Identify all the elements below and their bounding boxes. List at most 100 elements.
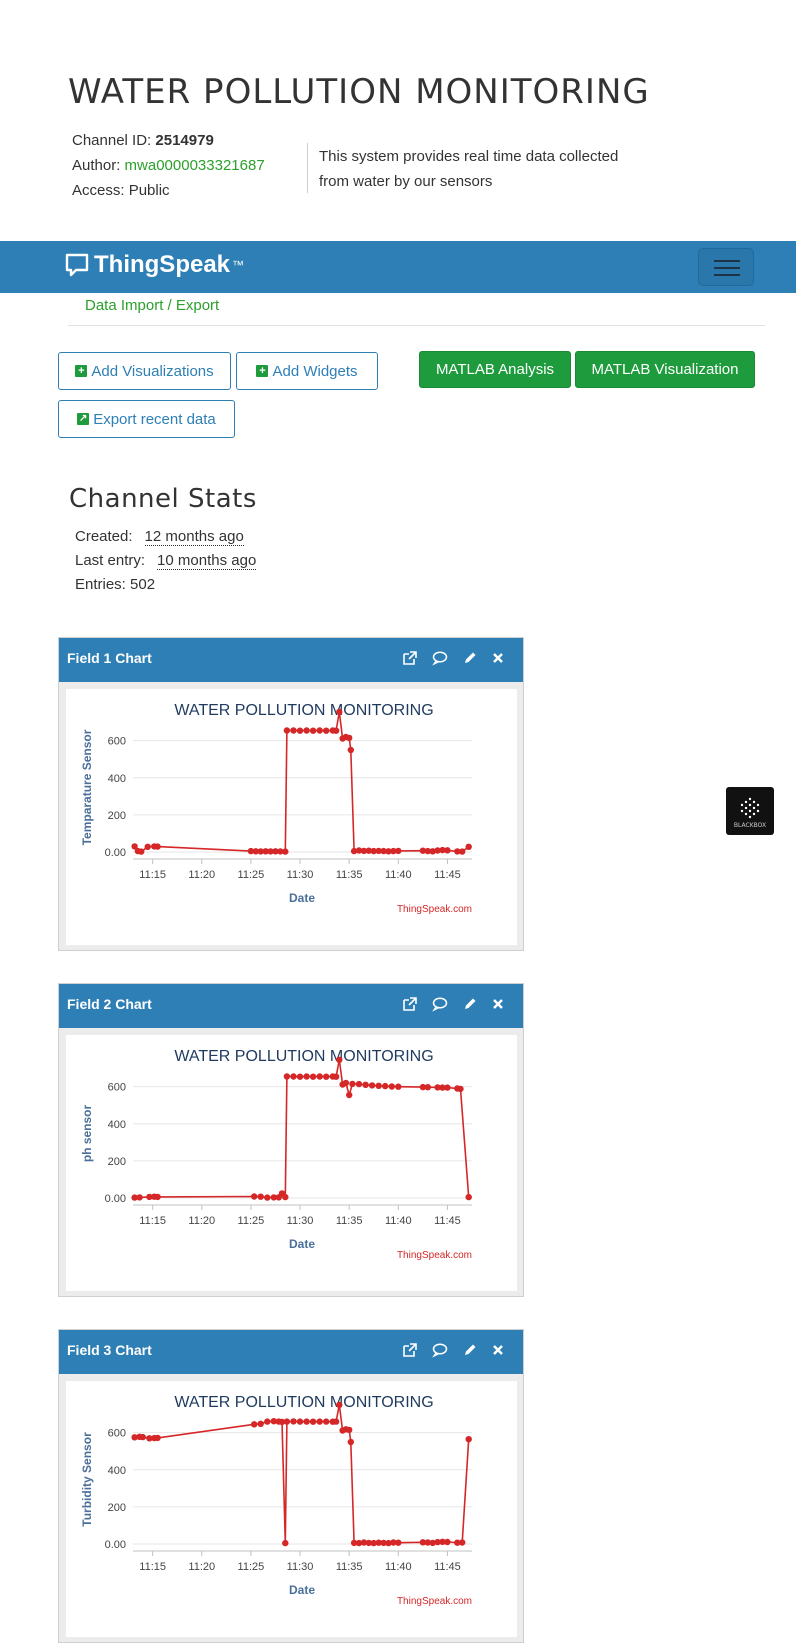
data-point[interactable] — [296, 1418, 304, 1425]
data-point[interactable] — [347, 746, 354, 754]
data-point[interactable] — [382, 1082, 389, 1090]
data-point[interactable] — [264, 1194, 271, 1201]
data-point[interactable] — [444, 1538, 451, 1546]
data-point[interactable] — [444, 1084, 451, 1091]
add-widgets-button[interactable]: + Add Widgets — [236, 352, 378, 390]
data-point[interactable] — [309, 727, 317, 734]
data-import-export-link[interactable]: Data Import / Export — [85, 297, 219, 314]
close-icon[interactable] — [489, 649, 507, 667]
data-point[interactable] — [395, 847, 402, 855]
data-point[interactable] — [290, 1418, 297, 1425]
data-point[interactable] — [296, 1073, 304, 1080]
data-point[interactable] — [309, 1073, 317, 1080]
data-point[interactable] — [368, 1082, 376, 1089]
data-point[interactable] — [355, 1080, 363, 1088]
y-tick-label: 200 — [108, 810, 126, 822]
data-point[interactable] — [457, 1085, 464, 1093]
data-point[interactable] — [257, 1420, 264, 1427]
data-point[interactable] — [144, 843, 151, 850]
author-link[interactable]: mwa0000033321687 — [125, 157, 265, 174]
blackbox-widget[interactable]: BLACKBOX — [726, 787, 774, 835]
data-point[interactable] — [375, 1082, 382, 1089]
open-external-icon[interactable] — [401, 1341, 419, 1359]
data-point[interactable] — [154, 1434, 161, 1442]
data-point[interactable] — [309, 1418, 317, 1425]
data-point[interactable] — [347, 1438, 354, 1446]
data-point[interactable] — [290, 1073, 297, 1080]
data-point[interactable] — [342, 1079, 350, 1087]
thingspeak-credit[interactable]: ThingSpeak.com — [397, 904, 472, 915]
data-point[interactable] — [395, 1083, 402, 1090]
comment-icon[interactable] — [431, 1341, 449, 1359]
data-point[interactable] — [139, 1433, 146, 1441]
data-point[interactable] — [395, 1539, 402, 1546]
data-point[interactable] — [444, 847, 451, 854]
data-point[interactable] — [465, 1436, 472, 1443]
data-point[interactable] — [282, 1539, 289, 1547]
x-tick-label: 11:35 — [336, 1561, 363, 1573]
thingspeak-credit[interactable]: ThingSpeak.com — [397, 1250, 472, 1261]
data-point[interactable] — [332, 1073, 340, 1080]
close-icon[interactable] — [489, 1341, 507, 1359]
y-tick-label: 200 — [108, 1502, 126, 1514]
data-point[interactable] — [316, 1418, 323, 1425]
data-point[interactable] — [290, 727, 297, 734]
data-point[interactable] — [459, 848, 466, 855]
data-point[interactable] — [465, 843, 472, 850]
data-point[interactable] — [303, 1418, 310, 1425]
data-point[interactable] — [323, 727, 330, 734]
hamburger-menu-button[interactable] — [698, 248, 754, 286]
data-point[interactable] — [283, 727, 291, 734]
thingspeak-logo[interactable]: ThingSpeak ™ — [65, 251, 244, 279]
data-point[interactable] — [332, 727, 340, 734]
data-point[interactable] — [257, 1193, 264, 1200]
data-point[interactable] — [465, 1193, 472, 1201]
data-point[interactable] — [283, 1418, 291, 1425]
blackbox-icon: BLACKBOX — [734, 797, 766, 829]
data-point[interactable] — [316, 727, 323, 734]
data-point[interactable] — [136, 1194, 143, 1201]
data-point[interactable] — [349, 1080, 356, 1088]
comment-icon[interactable] — [431, 649, 449, 667]
data-point[interactable] — [296, 727, 304, 734]
data-point[interactable] — [336, 708, 343, 716]
comment-icon[interactable] — [431, 995, 449, 1013]
open-external-icon[interactable] — [401, 995, 419, 1013]
data-point[interactable] — [388, 1083, 395, 1090]
open-external-icon[interactable] — [401, 649, 419, 667]
data-point[interactable] — [346, 1426, 353, 1434]
data-point[interactable] — [346, 734, 353, 742]
add-visualizations-button[interactable]: + Add Visualizations — [58, 352, 231, 390]
data-point[interactable] — [362, 1081, 369, 1088]
data-point[interactable] — [459, 1539, 466, 1546]
data-point[interactable] — [346, 1091, 353, 1099]
x-tick-label: 11:40 — [385, 1561, 412, 1573]
data-point[interactable] — [264, 1418, 271, 1425]
close-icon[interactable] — [489, 995, 507, 1013]
data-point[interactable] — [251, 1421, 258, 1428]
data-point[interactable] — [154, 843, 161, 850]
data-point[interactable] — [323, 1418, 330, 1425]
data-point[interactable] — [138, 848, 145, 855]
chart-title: WATER POLLUTION MONITORING — [174, 1394, 433, 1411]
data-point[interactable] — [154, 1193, 161, 1201]
data-point[interactable] — [303, 727, 310, 734]
data-point[interactable] — [316, 1073, 323, 1080]
data-point[interactable] — [251, 1193, 258, 1200]
pencil-edit-icon[interactable] — [461, 649, 479, 667]
pencil-edit-icon[interactable] — [461, 1341, 479, 1359]
data-point[interactable] — [323, 1073, 330, 1080]
data-point[interactable] — [282, 848, 289, 855]
data-point[interactable] — [332, 1418, 340, 1425]
data-point[interactable] — [336, 1401, 343, 1409]
data-point[interactable] — [283, 1073, 291, 1080]
data-point[interactable] — [282, 1193, 289, 1201]
data-point[interactable] — [336, 1056, 343, 1063]
thingspeak-credit[interactable]: ThingSpeak.com — [397, 1596, 472, 1607]
pencil-edit-icon[interactable] — [461, 995, 479, 1013]
data-point[interactable] — [424, 1084, 431, 1091]
data-point[interactable] — [303, 1073, 310, 1080]
matlab-visualization-button[interactable]: MATLAB Visualization — [575, 351, 755, 388]
export-recent-data-button[interactable]: ↗ Export recent data — [58, 400, 235, 438]
matlab-analysis-button[interactable]: MATLAB Analysis — [419, 351, 571, 388]
